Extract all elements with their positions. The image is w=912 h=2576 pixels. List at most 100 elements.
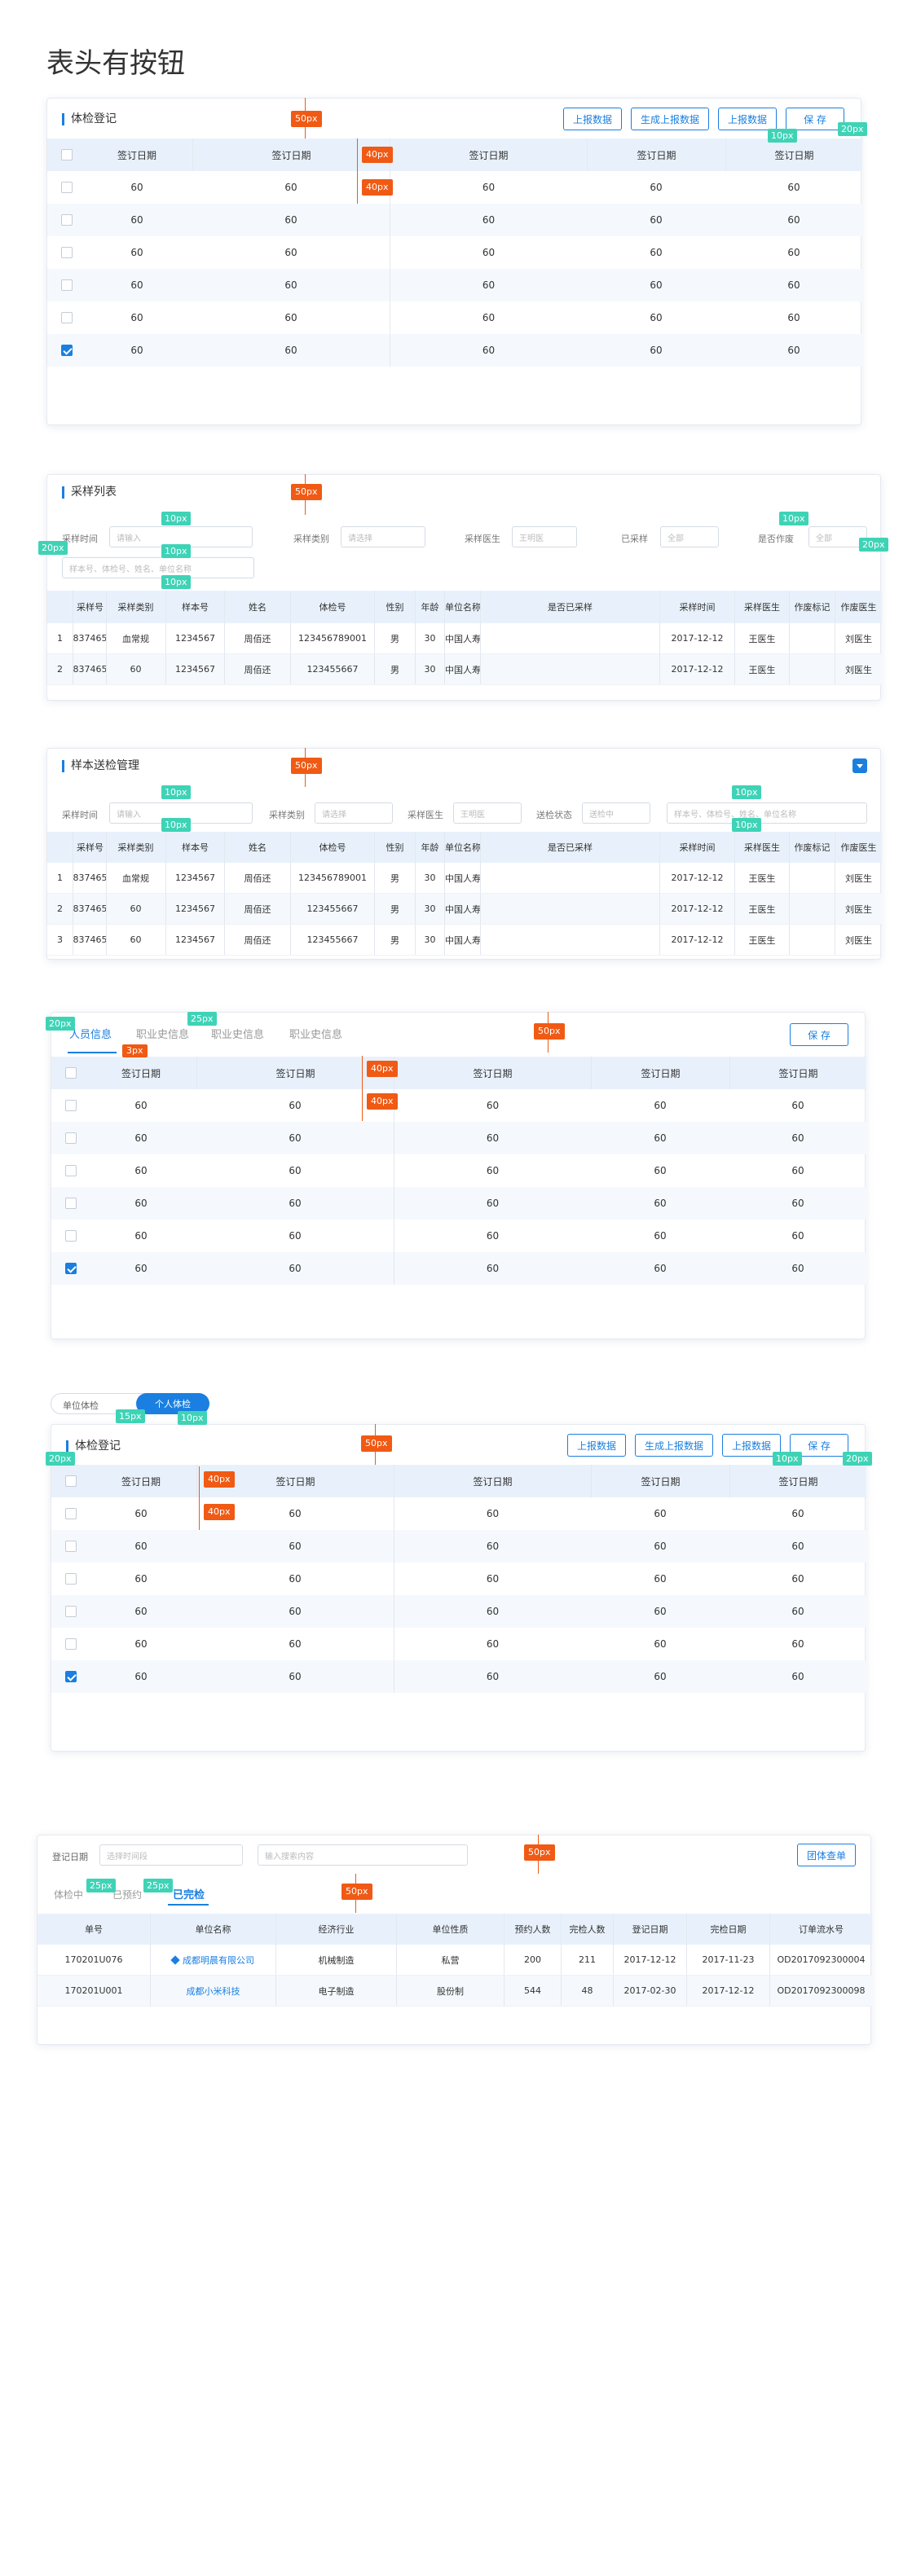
row-checkbox[interactable] — [65, 1541, 77, 1552]
sample-type-select[interactable]: 请选择 — [315, 802, 393, 824]
section-group-orders: 登记日期 选择时间段 输入搜索内容 团体查单 体检中 已预约 已完检 单号 单位名… — [37, 1835, 872, 2045]
row-checkbox[interactable] — [65, 1638, 77, 1650]
table-cell: 30 — [415, 623, 444, 653]
tab-reserved[interactable]: 已预约 — [112, 1888, 142, 1901]
search-input[interactable]: 样本号、体检号、姓名、单位名称 — [667, 802, 867, 824]
table-cell: 60 — [654, 1230, 667, 1242]
filter-label: 采样时间 — [62, 534, 98, 544]
table-header: 签订日期 签订日期 签订日期 签订日期 签订日期 — [51, 1057, 866, 1089]
header-cell: 采样号 — [73, 832, 107, 863]
spacing-tag: 10px — [732, 785, 761, 799]
sample-doctor-select[interactable]: 王明医 — [512, 526, 577, 547]
table-cell: 60 — [106, 654, 165, 684]
table-cell: 30 — [415, 925, 444, 955]
report-data-button-2[interactable]: 上报数据 — [718, 108, 777, 130]
table-cell: 60 — [134, 1198, 148, 1209]
collapse-toggle[interactable] — [853, 758, 867, 773]
row-checkbox[interactable] — [61, 312, 73, 323]
table-cell: 1234567 — [165, 863, 224, 893]
tab-in-progress[interactable]: 体检中 — [54, 1888, 83, 1901]
select-all-checkbox[interactable] — [65, 1067, 77, 1079]
generate-report-button[interactable]: 生成上报数据 — [635, 1434, 713, 1457]
company-link[interactable]: 成都明晨有限公司 — [183, 1954, 254, 1967]
row-checkbox[interactable] — [61, 247, 73, 258]
row-checkbox[interactable] — [65, 1671, 77, 1682]
table-cell: 周佰还 — [224, 863, 290, 893]
table-cell: 60 — [130, 214, 143, 226]
header-cell — [47, 832, 73, 863]
tab-occupation-history-3[interactable]: 职业史信息 — [289, 1026, 342, 1041]
table-cell: 60 — [654, 1573, 667, 1585]
header-cell: 体检号 — [290, 832, 374, 863]
sample-type-select[interactable]: 请选择 — [341, 526, 425, 547]
row-checkbox[interactable] — [65, 1606, 77, 1617]
spacing-tag: 40px — [362, 179, 393, 196]
company-link[interactable]: 成都小米科技 — [187, 1985, 240, 1998]
spacing-tag: 50px — [524, 1844, 555, 1861]
row-checkbox[interactable] — [65, 1132, 77, 1144]
table-cell: 60 — [650, 279, 663, 291]
report-data-button[interactable]: 上报数据 — [567, 1434, 626, 1457]
search-input[interactable]: 输入搜索内容 — [258, 1844, 468, 1866]
table-cell: 60 — [289, 1165, 302, 1176]
header-cell: 采样时间 — [659, 591, 734, 623]
search-input[interactable]: 样本号、体检号、姓名、单位名称 — [62, 557, 254, 578]
row-checkbox[interactable] — [61, 345, 73, 356]
row-checkbox[interactable] — [65, 1263, 77, 1274]
table-cell: 王医生 — [734, 925, 789, 955]
select-all-checkbox[interactable] — [61, 149, 73, 160]
header-cell: 年龄 — [415, 832, 444, 863]
table-cell: 170201U076 — [64, 1954, 123, 1965]
save-button[interactable]: 保 存 — [790, 1023, 848, 1046]
header-cell: 样本号 — [165, 591, 224, 623]
table-cell[interactable]: 成都明晨有限公司 — [150, 1945, 275, 1975]
tab-occupation-history-2[interactable]: 职业史信息 — [211, 1026, 264, 1041]
row-checkbox[interactable] — [61, 182, 73, 193]
table-cell: 170201U001 — [64, 1985, 123, 1996]
header-cell: 签订日期 — [729, 1465, 866, 1497]
row-checkbox[interactable] — [61, 279, 73, 291]
sampled-select[interactable]: 全部 — [660, 526, 719, 547]
row-checkbox[interactable] — [65, 1508, 77, 1519]
sample-doctor-select[interactable]: 王明医 — [453, 802, 522, 824]
table-cell: 周佰还 — [224, 623, 290, 653]
table-cell — [480, 894, 659, 924]
table-cell: 1 — [57, 873, 63, 883]
row-checkbox[interactable] — [65, 1573, 77, 1585]
table-cell: 60 — [284, 312, 297, 323]
header-cell: 作废标记 — [789, 832, 835, 863]
date-range-input[interactable]: 选择时间段 — [99, 1844, 243, 1866]
group-order-button[interactable]: 团体查单 — [797, 1844, 856, 1866]
tab-personnel-info[interactable]: 人员信息 — [69, 1026, 112, 1041]
table-cell: 60 — [791, 1573, 804, 1585]
row-checkbox[interactable] — [65, 1230, 77, 1242]
spacing-tag: 20px — [46, 1017, 75, 1031]
save-button[interactable]: 保 存 — [786, 108, 844, 130]
table-cell: 电子制造 — [275, 1976, 396, 2006]
select-all-checkbox[interactable] — [65, 1475, 77, 1487]
table-cell: 211 — [561, 1945, 613, 1975]
tab-occupation-history[interactable]: 职业史信息 — [136, 1026, 189, 1041]
table-cell: 60 — [390, 269, 587, 301]
row-checkbox[interactable] — [61, 214, 73, 226]
row-checkbox[interactable] — [65, 1198, 77, 1209]
table-cell — [789, 863, 835, 893]
table-cell: 1 — [57, 633, 63, 644]
spacing-tag: 40px — [367, 1093, 398, 1110]
table-cell: 60 — [650, 312, 663, 323]
header-cell: 签订日期 — [394, 1057, 591, 1089]
row-checkbox[interactable] — [65, 1165, 77, 1176]
spacing-tag: 40px — [204, 1504, 235, 1520]
table-cell: 60 — [390, 236, 587, 269]
table-cell: 60 — [650, 182, 663, 193]
inspection-status-select[interactable]: 送检中 — [582, 802, 650, 824]
report-data-button[interactable]: 上报数据 — [563, 108, 622, 130]
table-cell[interactable]: 成都小米科技 — [150, 1976, 275, 2006]
table-row: 60 60 60 60 60 — [51, 1154, 866, 1187]
generate-report-button[interactable]: 生成上报数据 — [631, 108, 709, 130]
toggle-org-exam[interactable]: 单位体检 — [63, 1399, 99, 1412]
table-cell: 60 — [394, 1187, 591, 1220]
table-cell: 60 — [134, 1100, 148, 1111]
row-checkbox[interactable] — [65, 1100, 77, 1111]
tab-completed[interactable]: 已完检 — [173, 1886, 205, 1901]
